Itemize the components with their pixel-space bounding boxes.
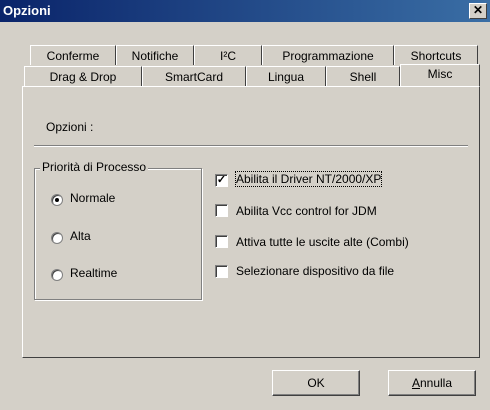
- checkbox-driver-nt[interactable]: ✓: [215, 174, 228, 187]
- radio-selected-dot: [55, 198, 59, 202]
- tab-label: Conferme: [46, 49, 100, 63]
- tab-label: Misc: [427, 67, 453, 81]
- checkbox-vcc-jdm[interactable]: [215, 204, 228, 217]
- tab-label: Programmazione: [282, 49, 374, 63]
- tab-programmazione[interactable]: Programmazione: [262, 45, 394, 65]
- priority-group-title: Priorità di Processo: [40, 160, 149, 174]
- section-label: Opzioni :: [46, 120, 94, 134]
- radio-label-normale[interactable]: Normale: [70, 191, 115, 205]
- tab-smartcard[interactable]: SmartCard: [142, 66, 246, 86]
- tab-conferme[interactable]: Conferme: [30, 45, 116, 65]
- radio-label-realtime[interactable]: Realtime: [70, 266, 117, 280]
- window-title: Opzioni: [3, 3, 51, 18]
- tab-label: Shortcuts: [410, 49, 462, 63]
- checkbox-label-driver-nt[interactable]: Abilita il Driver NT/2000/XP: [234, 171, 383, 187]
- radio-label-alta[interactable]: Alta: [70, 229, 91, 243]
- tab-shell[interactable]: Shell: [326, 66, 400, 86]
- cancel-label: nnulla: [419, 376, 453, 390]
- radio-normale[interactable]: [51, 194, 63, 206]
- radio-alta[interactable]: [51, 232, 63, 244]
- close-icon: ✕: [472, 3, 484, 17]
- divider: [34, 145, 468, 147]
- tab-label: Notifiche: [131, 49, 179, 63]
- tab-label: Drag & Drop: [49, 70, 117, 84]
- tab-notifiche[interactable]: Notifiche: [116, 45, 194, 65]
- cancel-mnemonic: A: [411, 376, 420, 390]
- cancel-button[interactable]: Annulla: [388, 370, 476, 396]
- checkbox-label-dispositivo-file[interactable]: Selezionare dispositivo da file: [236, 264, 394, 278]
- checkbox-label-vcc-jdm[interactable]: Abilita Vcc control for JDM: [236, 204, 377, 218]
- tab-drag-drop[interactable]: Drag & Drop: [24, 66, 142, 86]
- checkbox-label-uscite-alte[interactable]: Attiva tutte le uscite alte (Combi): [236, 235, 409, 249]
- close-button[interactable]: ✕: [469, 3, 487, 19]
- tab-lingua[interactable]: Lingua: [246, 66, 326, 86]
- ok-button[interactable]: OK: [272, 370, 360, 396]
- tab-label: I²C: [220, 49, 236, 63]
- check-icon: ✓: [216, 174, 227, 186]
- checkbox-dispositivo-file[interactable]: [215, 265, 228, 278]
- radio-realtime[interactable]: [51, 269, 63, 281]
- checkbox-uscite-alte[interactable]: [215, 235, 228, 248]
- ok-label: OK: [307, 376, 325, 390]
- title-bar: Opzioni ✕: [0, 0, 490, 22]
- tab-shortcuts[interactable]: Shortcuts: [394, 45, 478, 65]
- tab-i2c[interactable]: I²C: [194, 45, 262, 65]
- tab-label: Shell: [349, 70, 377, 84]
- tab-misc[interactable]: Misc: [400, 64, 480, 86]
- tab-label: Lingua: [267, 70, 305, 84]
- tab-label: SmartCard: [164, 70, 223, 84]
